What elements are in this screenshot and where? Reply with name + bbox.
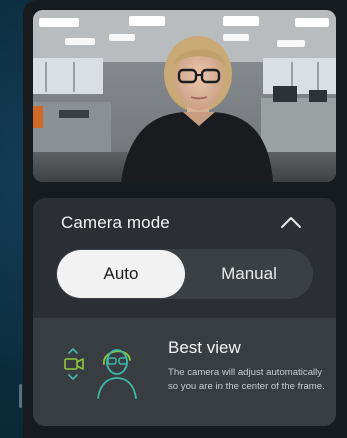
camera-tracking-icon	[64, 348, 84, 380]
best-view-description: The camera will adjust automatically so …	[168, 367, 325, 392]
self-view-video	[33, 10, 336, 182]
resize-handle[interactable]	[19, 384, 22, 408]
person-framing-icon	[97, 349, 137, 399]
best-view-title: Best view	[168, 338, 241, 357]
chevron-up-icon[interactable]	[278, 212, 304, 232]
manual-mode-button[interactable]: Manual	[186, 250, 312, 298]
auto-mode-button[interactable]: Auto	[57, 250, 185, 298]
camera-mode-title: Camera mode	[61, 213, 170, 232]
video-frame-image	[33, 10, 336, 182]
